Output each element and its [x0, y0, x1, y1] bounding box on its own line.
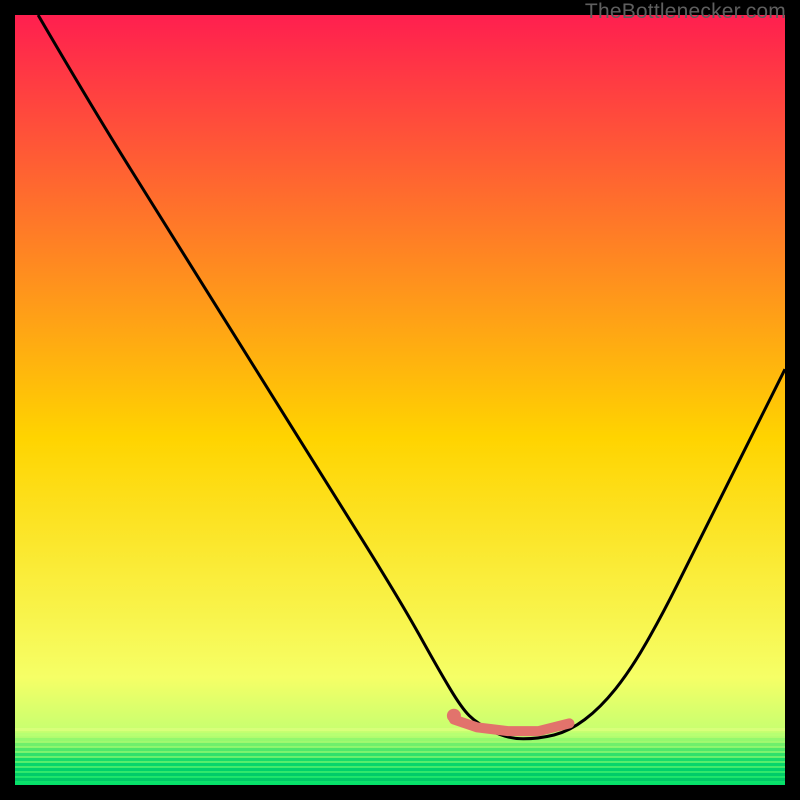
watermark-text: TheBottlenecker.com [585, 0, 786, 24]
green-band-stripes [15, 728, 785, 781]
chart-frame: TheBottlenecker.com [0, 0, 800, 800]
bottleneck-chart [15, 15, 785, 785]
gradient-background [15, 15, 785, 785]
highlight-point [447, 709, 461, 723]
